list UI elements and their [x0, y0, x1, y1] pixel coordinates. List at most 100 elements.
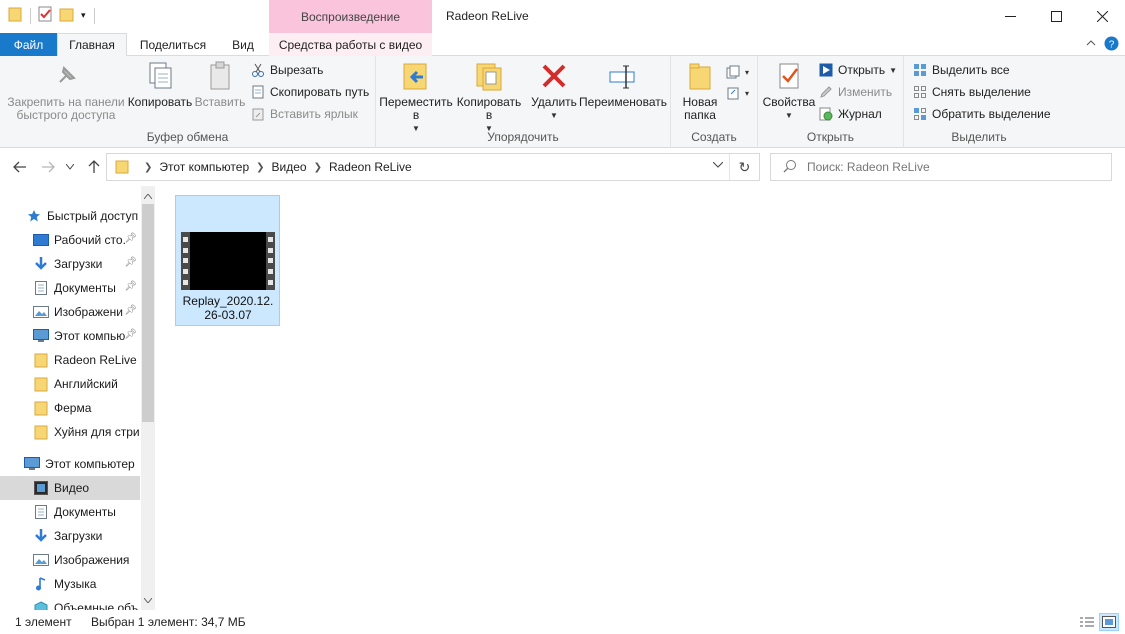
new-folder-quick-icon[interactable]	[59, 6, 75, 25]
history-button[interactable]: Журнал	[818, 104, 882, 124]
folder-icon	[33, 424, 49, 440]
chevron-right-icon[interactable]: ❯	[144, 162, 152, 173]
breadcrumb-this-pc[interactable]: Этот компьютер	[159, 160, 249, 174]
video-icon	[33, 480, 49, 496]
nav-item-farm[interactable]: Ферма	[0, 396, 140, 420]
delete-button[interactable]: Удалить ▼	[528, 60, 580, 122]
desktop-icon	[33, 232, 49, 248]
tab-file[interactable]: Файл	[0, 33, 57, 56]
up-button[interactable]	[84, 158, 104, 176]
nav-item-downloads[interactable]: Загрузки 📌︎	[0, 252, 140, 276]
new-folder-button[interactable]: Новая папка	[675, 60, 725, 122]
new-item-button[interactable]: ▾	[725, 62, 749, 82]
copy-button[interactable]: Копировать	[128, 60, 192, 109]
properties-button[interactable]: Свойства ▼	[760, 60, 818, 122]
nav-quick-access[interactable]: Быстрый доступ	[0, 204, 140, 228]
address-bar[interactable]: ❯ Этот компьютер ❯ Видео ❯ Radeon ReLive…	[106, 153, 760, 181]
nav-item-radeon-relive[interactable]: Radeon ReLive	[0, 348, 140, 372]
nav-item-pc-pictures[interactable]: Изображения	[0, 548, 140, 572]
tab-video-tools[interactable]: Средства работы с видео	[269, 33, 432, 56]
pictures-icon	[33, 552, 49, 568]
item-count: 1 элемент	[15, 615, 72, 629]
forward-button[interactable]	[38, 158, 58, 176]
scroll-thumb[interactable]	[142, 204, 154, 422]
customize-qat-icon[interactable]: ▾	[81, 10, 86, 21]
move-to-button[interactable]: Переместить в ▼	[379, 60, 453, 135]
large-icons-view-button[interactable]	[1099, 613, 1119, 631]
file-item[interactable]: Replay_2020.12.26-03.07	[175, 195, 280, 326]
properties-quick-icon[interactable]	[37, 6, 53, 25]
nav-item-this-pc[interactable]: Этот компью 📌︎	[0, 324, 140, 348]
help-icon[interactable]: ?	[1104, 36, 1119, 54]
nav-item-pc-documents[interactable]: Документы	[0, 500, 140, 524]
film-strip-icon	[181, 232, 190, 290]
nav-item-desktop[interactable]: Рабочий сто. 📌︎	[0, 228, 140, 252]
back-button[interactable]	[10, 158, 30, 176]
select-none-icon	[912, 84, 928, 100]
copy-path-label: Скопировать путь	[270, 85, 370, 99]
address-dropdown-icon[interactable]	[712, 160, 724, 171]
nav-item-pictures[interactable]: Изображени 📌︎	[0, 300, 140, 324]
paste-shortcut-label: Вставить ярлык	[270, 107, 358, 121]
nav-item-label: Рабочий сто.	[54, 233, 126, 247]
nav-item-stream-folder[interactable]: Хуйня для стри	[0, 420, 140, 444]
open-button[interactable]: Открыть ▼	[818, 60, 897, 80]
close-button[interactable]	[1079, 0, 1125, 33]
nav-quick-access-label: Быстрый доступ	[47, 209, 139, 223]
invert-selection-button[interactable]: Обратить выделение	[912, 104, 1051, 124]
recent-locations-button[interactable]	[60, 158, 80, 176]
search-input[interactable]: Поиск: Radeon ReLive	[770, 153, 1112, 181]
nav-item-3d-objects[interactable]: Объемные объ	[0, 596, 140, 610]
file-list[interactable]: Replay_2020.12.26-03.07	[160, 186, 1125, 610]
nav-this-pc[interactable]: Этот компьютер	[0, 452, 140, 476]
create-group: Новая папка ▾ ▾ Создать	[671, 56, 758, 148]
maximize-button[interactable]	[1033, 0, 1079, 33]
nav-item-documents[interactable]: Документы 📌︎	[0, 276, 140, 300]
open-label: Открыть	[838, 63, 886, 77]
copy-to-button[interactable]: Копировать в ▼	[454, 60, 524, 135]
rename-button[interactable]: Переименовать	[579, 60, 667, 109]
details-view-button[interactable]	[1077, 613, 1097, 631]
scroll-up-icon[interactable]	[141, 188, 155, 204]
nav-item-english[interactable]: Английский	[0, 372, 140, 396]
scroll-down-icon[interactable]	[141, 592, 155, 608]
invert-selection-label: Обратить выделение	[932, 107, 1051, 121]
context-tab-header: Воспроизведение	[269, 0, 432, 33]
clipboard-group-label: Буфер обмена	[146, 130, 229, 144]
breadcrumb-radeon-relive[interactable]: Radeon ReLive	[329, 160, 412, 174]
breadcrumb-video[interactable]: Видео	[272, 160, 307, 174]
new-folder-icon	[684, 60, 716, 92]
nav-scrollbar[interactable]	[141, 186, 155, 610]
move-to-icon	[400, 60, 432, 92]
select-all-button[interactable]: Выделить все	[912, 60, 1010, 80]
collapse-ribbon-icon[interactable]	[1086, 37, 1096, 51]
select-all-label: Выделить все	[932, 63, 1010, 77]
create-group-label: Создать	[691, 130, 737, 144]
cut-button[interactable]: Вырезать	[250, 60, 323, 80]
nav-item-music[interactable]: Музыка	[0, 572, 140, 596]
tab-view[interactable]: Вид	[218, 33, 268, 56]
clipboard-group: Закрепить на панели быстрого доступа Коп…	[0, 56, 376, 148]
chevron-right-icon[interactable]: ❯	[256, 162, 264, 173]
paste-shortcut-button[interactable]: Вставить ярлык	[250, 104, 358, 124]
chevron-right-icon[interactable]: ❯	[314, 162, 322, 173]
tab-home[interactable]: Главная	[57, 33, 127, 57]
edit-button[interactable]: Изменить	[818, 82, 892, 102]
pin-quick-access-button[interactable]: Закрепить на панели быстрого доступа	[6, 60, 126, 122]
document-icon	[33, 504, 49, 520]
open-group: Свойства ▼ Открыть ▼ Изменить Журнал Отк…	[758, 56, 904, 148]
refresh-button[interactable]: ↻	[729, 154, 759, 180]
nav-item-pc-downloads[interactable]: Загрузки	[0, 524, 140, 548]
folder-icon	[115, 158, 129, 177]
chevron-down-icon: ▾	[745, 88, 750, 98]
paste-button[interactable]: Вставить	[194, 60, 246, 109]
copy-path-button[interactable]: Скопировать путь	[250, 82, 369, 102]
minimize-button[interactable]	[987, 0, 1033, 33]
music-icon	[33, 576, 49, 592]
select-none-button[interactable]: Снять выделение	[912, 82, 1031, 102]
easy-access-button[interactable]: ▾	[725, 83, 749, 103]
nav-item-video[interactable]: Видео	[0, 476, 140, 500]
folder-icon	[33, 376, 49, 392]
copy-path-icon	[250, 84, 266, 100]
tab-share[interactable]: Поделиться	[128, 33, 218, 56]
